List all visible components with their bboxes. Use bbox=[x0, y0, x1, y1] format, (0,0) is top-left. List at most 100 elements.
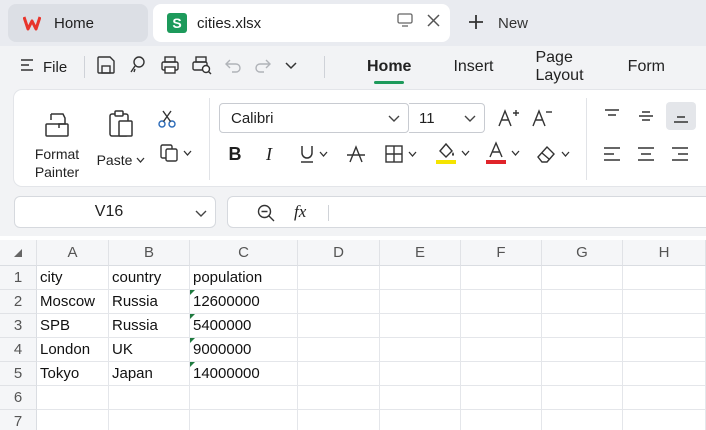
empty-cell[interactable] bbox=[461, 338, 542, 362]
tab-page-layout[interactable]: Page Layout bbox=[534, 46, 586, 88]
empty-cell[interactable] bbox=[380, 410, 461, 430]
tab-home-ribbon[interactable]: Home bbox=[366, 46, 412, 88]
empty-cell[interactable] bbox=[298, 362, 380, 386]
print-preview-icon[interactable] bbox=[192, 55, 212, 80]
column-header[interactable]: C bbox=[190, 240, 298, 266]
borders-button[interactable] bbox=[380, 142, 420, 166]
empty-cell[interactable] bbox=[461, 266, 542, 290]
empty-cell[interactable] bbox=[623, 290, 706, 314]
empty-cell[interactable] bbox=[542, 386, 623, 410]
cell-c2[interactable]: 12600000 bbox=[190, 290, 298, 314]
empty-cell[interactable] bbox=[298, 338, 380, 362]
more-chevron-down-icon[interactable] bbox=[284, 58, 298, 77]
cell-b4[interactable]: UK bbox=[109, 338, 190, 362]
empty-cell[interactable] bbox=[623, 338, 706, 362]
new-tab-button[interactable]: New bbox=[468, 4, 528, 42]
empty-cell[interactable] bbox=[380, 314, 461, 338]
insert-function-icon[interactable]: fx bbox=[294, 202, 306, 222]
empty-cell[interactable] bbox=[542, 266, 623, 290]
empty-cell[interactable] bbox=[380, 338, 461, 362]
empty-cell[interactable] bbox=[623, 410, 706, 430]
align-bottom-icon[interactable] bbox=[666, 102, 696, 130]
column-header[interactable]: F bbox=[461, 240, 542, 266]
row-header[interactable]: 5 bbox=[0, 362, 37, 386]
tab-cities-xlsx[interactable]: S cities.xlsx bbox=[153, 4, 450, 42]
name-box[interactable]: V16 bbox=[14, 196, 216, 228]
font-name-select[interactable]: Calibri bbox=[219, 103, 409, 133]
empty-cell[interactable] bbox=[37, 386, 109, 410]
strikethrough-icon[interactable] bbox=[344, 142, 368, 166]
empty-cell[interactable] bbox=[380, 362, 461, 386]
cell-b5[interactable]: Japan bbox=[109, 362, 190, 386]
select-all-corner[interactable] bbox=[0, 240, 37, 266]
tab-insert[interactable]: Insert bbox=[452, 46, 494, 88]
italic-icon[interactable]: I bbox=[258, 142, 280, 166]
tab-formulas[interactable]: Form bbox=[627, 46, 666, 88]
underline-button[interactable] bbox=[294, 142, 332, 166]
save-icon[interactable] bbox=[96, 55, 116, 80]
cell-a1[interactable]: city bbox=[37, 266, 109, 290]
align-left-icon[interactable] bbox=[600, 142, 624, 166]
empty-cell[interactable] bbox=[623, 362, 706, 386]
column-header[interactable]: G bbox=[542, 240, 623, 266]
empty-cell[interactable] bbox=[461, 386, 542, 410]
font-size-select[interactable]: 11 bbox=[409, 103, 485, 133]
align-center-icon[interactable] bbox=[634, 142, 658, 166]
decrease-font-size-icon[interactable] bbox=[530, 106, 554, 130]
file-menu[interactable]: File bbox=[20, 46, 67, 88]
undo-icon[interactable] bbox=[224, 56, 242, 79]
empty-cell[interactable] bbox=[461, 362, 542, 386]
empty-cell[interactable] bbox=[380, 386, 461, 410]
empty-cell[interactable] bbox=[109, 410, 190, 430]
column-header[interactable]: H bbox=[623, 240, 706, 266]
empty-cell[interactable] bbox=[298, 386, 380, 410]
redo-icon[interactable] bbox=[254, 56, 272, 79]
row-header[interactable]: 3 bbox=[0, 314, 37, 338]
empty-cell[interactable] bbox=[298, 314, 380, 338]
column-header[interactable]: A bbox=[37, 240, 109, 266]
empty-cell[interactable] bbox=[623, 314, 706, 338]
zoom-search-icon[interactable] bbox=[256, 203, 276, 228]
format-painter-button[interactable]: Format Painter bbox=[24, 110, 90, 180]
cell-a4[interactable]: London bbox=[37, 338, 109, 362]
cell-a3[interactable]: SPB bbox=[37, 314, 109, 338]
row-header[interactable]: 1 bbox=[0, 266, 37, 290]
bold-icon[interactable]: B bbox=[224, 142, 246, 166]
cell-b3[interactable]: Russia bbox=[109, 314, 190, 338]
fill-color-button[interactable] bbox=[432, 140, 472, 166]
empty-cell[interactable] bbox=[542, 338, 623, 362]
empty-cell[interactable] bbox=[190, 386, 298, 410]
empty-cell[interactable] bbox=[298, 266, 380, 290]
row-header[interactable]: 4 bbox=[0, 338, 37, 362]
clear-format-button[interactable] bbox=[532, 142, 572, 166]
empty-cell[interactable] bbox=[542, 290, 623, 314]
cell-c4[interactable]: 9000000 bbox=[190, 338, 298, 362]
row-header[interactable]: 2 bbox=[0, 290, 37, 314]
align-right-icon[interactable] bbox=[668, 142, 692, 166]
empty-cell[interactable] bbox=[298, 410, 380, 430]
empty-cell[interactable] bbox=[542, 410, 623, 430]
empty-cell[interactable] bbox=[190, 410, 298, 430]
align-middle-icon[interactable] bbox=[634, 104, 658, 128]
cell-c5[interactable]: 14000000 bbox=[190, 362, 298, 386]
empty-cell[interactable] bbox=[380, 290, 461, 314]
empty-cell[interactable] bbox=[461, 410, 542, 430]
align-top-icon[interactable] bbox=[600, 104, 624, 128]
empty-cell[interactable] bbox=[461, 314, 542, 338]
empty-cell[interactable] bbox=[37, 410, 109, 430]
empty-cell[interactable] bbox=[109, 386, 190, 410]
empty-cell[interactable] bbox=[380, 266, 461, 290]
cell-a5[interactable]: Tokyo bbox=[37, 362, 109, 386]
paste-button[interactable]: Paste bbox=[94, 110, 148, 168]
empty-cell[interactable] bbox=[623, 266, 706, 290]
empty-cell[interactable] bbox=[298, 290, 380, 314]
font-color-button[interactable] bbox=[482, 140, 522, 166]
empty-cell[interactable] bbox=[461, 290, 542, 314]
empty-cell[interactable] bbox=[623, 386, 706, 410]
column-header[interactable]: B bbox=[109, 240, 190, 266]
tab-home[interactable]: Home bbox=[8, 4, 148, 42]
cell-b2[interactable]: Russia bbox=[109, 290, 190, 314]
print-icon[interactable] bbox=[160, 55, 180, 80]
empty-cell[interactable] bbox=[542, 362, 623, 386]
cell-c1[interactable]: population bbox=[190, 266, 298, 290]
